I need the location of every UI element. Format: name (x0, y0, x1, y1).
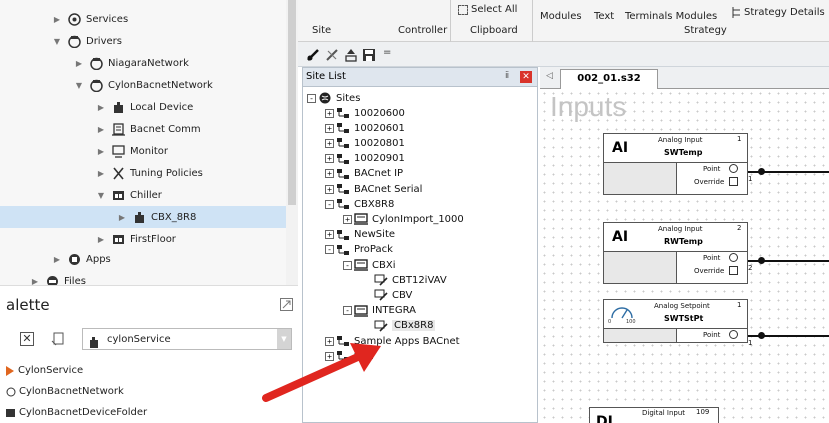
app-window: ▶ Services ▼ Drivers ▶ NiagaraNetwork ▼ … (0, 0, 829, 423)
annotation-arrow (262, 343, 381, 402)
